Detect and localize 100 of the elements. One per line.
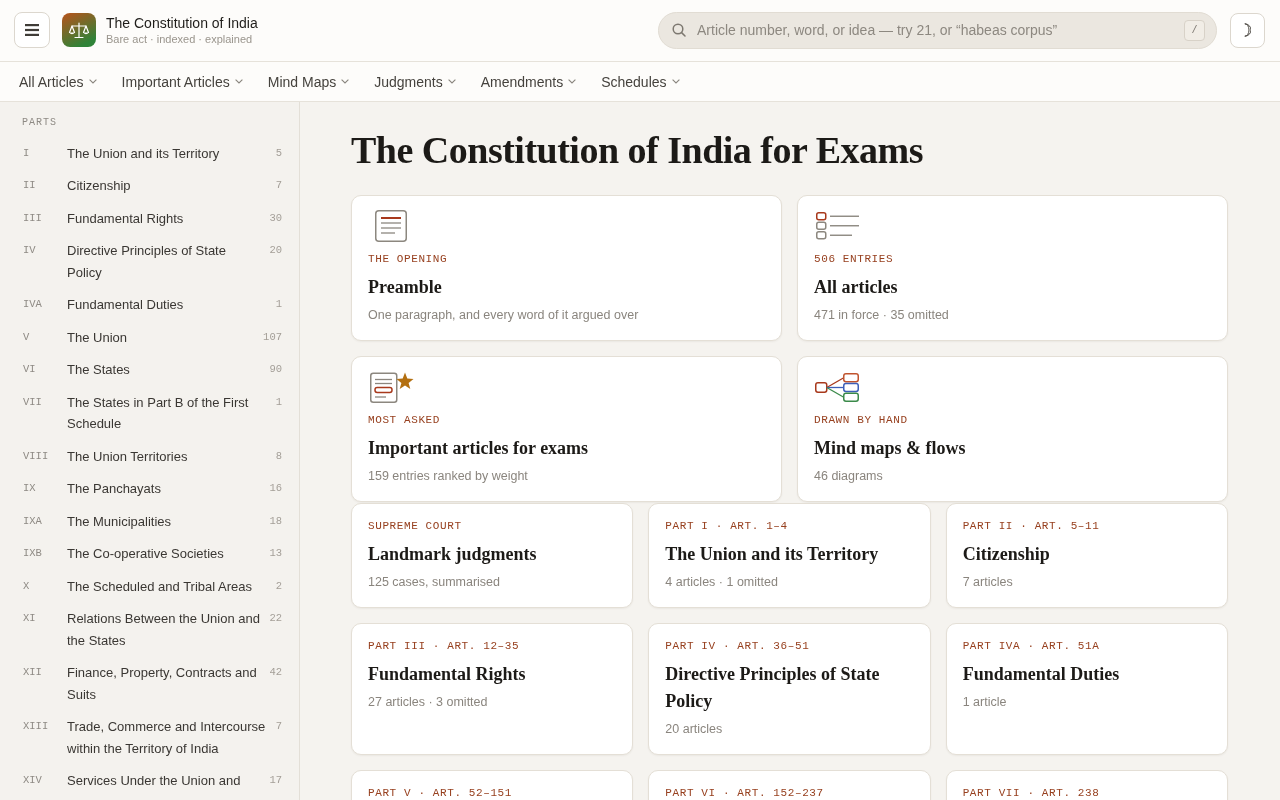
- part-link[interactable]: Citizenship: [67, 175, 131, 197]
- feature-card[interactable]: THE OPENING Preamble One paragraph, and every word of it argued over: [351, 195, 782, 341]
- card-eyebrow: PART VI · ART. 152–237: [665, 786, 824, 800]
- section-card[interactable]: PART III · ART. 12–35 Fundamental Rights 27 articles · 3 omitted: [351, 623, 634, 755]
- part-link[interactable]: Services Under the Union and: [67, 770, 241, 792]
- part-numeral: IXB: [22, 546, 42, 561]
- part-link[interactable]: The States in Part B of the First Schedule: [67, 391, 270, 435]
- nav-dropdown[interactable]: All Articles: [19, 72, 97, 91]
- article-count: 2: [275, 578, 282, 594]
- feature-card[interactable]: MOST ASKED Important articles for exams 159 entries ranked by weight: [351, 356, 782, 502]
- card-eyebrow: PART II · ART. 5–11: [962, 519, 1100, 533]
- article-count: 16: [269, 481, 282, 496]
- part-link[interactable]: Directive Principles of State Policy: [67, 240, 264, 283]
- part-link[interactable]: The Union: [67, 326, 127, 348]
- nav-dropdown[interactable]: Schedules: [601, 72, 680, 91]
- part-link[interactable]: The Union Territories: [67, 445, 188, 467]
- chevron-down-icon: [234, 79, 243, 84]
- part-numeral: IX: [22, 481, 36, 496]
- article-count: 20: [269, 243, 282, 258]
- article-count: 17: [269, 773, 282, 788]
- menu-icon: [25, 24, 39, 36]
- part-numeral: XI: [22, 611, 36, 626]
- card-subtitle: 46 diagrams: [814, 468, 883, 485]
- page-title: The Constitution of India for Exams: [351, 128, 924, 173]
- chevron-down-icon: [341, 79, 350, 84]
- flowchart-icon: [815, 372, 859, 402]
- card-eyebrow: PART I · ART. 1–4: [665, 519, 788, 533]
- part-numeral: IXA: [22, 513, 42, 529]
- chevron-down-icon: [568, 79, 577, 84]
- chevron-down-icon: [671, 79, 680, 84]
- article-count: 90: [269, 362, 282, 377]
- part-numeral: III: [22, 210, 42, 226]
- card-title: The Union and its Territory: [665, 543, 879, 566]
- part-link[interactable]: The Scheduled and Tribal Areas: [67, 575, 252, 597]
- part-link[interactable]: The Union and its Territory: [67, 142, 220, 164]
- menu-button[interactable]: [14, 12, 50, 48]
- part-link[interactable]: Fundamental Rights: [67, 207, 184, 229]
- part-numeral: XIV: [22, 773, 42, 788]
- card-title: Important articles for exams: [368, 437, 589, 460]
- article-count: 1: [275, 297, 282, 312]
- nav-dropdown[interactable]: Amendments: [480, 72, 577, 91]
- article-count: 13: [269, 546, 282, 561]
- site-tagline: Bare act · indexed · explained: [106, 31, 254, 46]
- article-count: 7: [275, 719, 282, 734]
- card-subtitle: 4 articles · 1 omitted: [665, 574, 778, 591]
- document-icon: [375, 210, 407, 242]
- article-count: 30: [269, 210, 282, 226]
- card-title: Fundamental Rights: [368, 663, 526, 686]
- card-eyebrow: PART IVA · ART. 51A: [962, 639, 1100, 653]
- moon-icon: [1244, 23, 1251, 37]
- card-eyebrow: PART VII · ART. 238: [962, 786, 1100, 800]
- article-count: 5: [275, 145, 282, 161]
- article-count: 18: [269, 513, 282, 529]
- part-numeral: I: [22, 145, 30, 161]
- card-eyebrow: THE OPENING: [368, 252, 448, 266]
- nav-dropdown[interactable]: Mind Maps: [267, 72, 350, 91]
- section-card[interactable]: PART II · ART. 5–11 Citizenship 7 articles: [945, 503, 1228, 608]
- part-numeral: XII: [22, 665, 42, 680]
- part-numeral: VI: [22, 362, 36, 377]
- section-card[interactable]: PART IV · ART. 36–51 Directive Principles of State Policy 20 articles: [648, 623, 931, 755]
- article-count: 107: [263, 329, 282, 345]
- section-card[interactable]: PART IVA · ART. 51A Fundamental Duties 1 article: [945, 623, 1228, 755]
- section-card[interactable]: SUPREME COURT Landmark judgments 125 cases, summarised: [351, 503, 634, 608]
- section-card[interactable]: PART VI · ART. 152–237: [648, 770, 931, 800]
- nav-dropdown[interactable]: Important Articles: [121, 72, 243, 91]
- chevron-down-icon: [447, 79, 456, 84]
- part-link[interactable]: The States: [67, 359, 130, 381]
- chevron-down-icon: [88, 79, 97, 84]
- section-card[interactable]: PART VII · ART. 238: [945, 770, 1228, 800]
- feature-card[interactable]: 506 ENTRIES All articles 471 in force · 35 omitted: [797, 195, 1228, 341]
- part-link[interactable]: Finance, Property, Contracts and Suits: [67, 662, 264, 705]
- card-title: All articles: [814, 276, 898, 299]
- part-numeral: IVA: [22, 297, 42, 312]
- part-link[interactable]: Relations Between the Union and the States: [67, 608, 264, 651]
- card-subtitle: 1 article: [962, 694, 1007, 711]
- part-numeral: IV: [22, 243, 36, 258]
- part-numeral: VIII: [22, 448, 49, 464]
- card-subtitle: 27 articles · 3 omitted: [368, 694, 488, 711]
- part-link[interactable]: Trade, Commerce and Intercourse within the Territory of India: [67, 716, 270, 759]
- part-numeral: V: [22, 329, 30, 345]
- feature-card[interactable]: DRAWN BY HAND Mind maps & flows 46 diagrams: [797, 356, 1228, 502]
- card-subtitle: 20 articles: [665, 721, 723, 738]
- card-subtitle: 7 articles: [962, 574, 1013, 591]
- part-link[interactable]: The Co-operative Societies: [67, 543, 224, 565]
- card-eyebrow: DRAWN BY HAND: [814, 413, 908, 427]
- card-subtitle: One paragraph, and every word of it argued over: [368, 307, 639, 324]
- part-link[interactable]: The Municipalities: [67, 510, 172, 532]
- shortcut-key: /: [1184, 19, 1205, 41]
- article-count: 1: [275, 394, 282, 410]
- part-link[interactable]: The Panchayats: [67, 478, 161, 500]
- part-link[interactable]: Fundamental Duties: [67, 294, 184, 316]
- section-card[interactable]: PART I · ART. 1–4 The Union and its Territory 4 articles · 1 omitted: [648, 503, 931, 608]
- theme-toggle-button[interactable]: [1230, 12, 1265, 48]
- site-title: The Constitution of India: [106, 14, 258, 32]
- card-eyebrow: PART IV · ART. 36–51: [665, 639, 810, 653]
- section-card[interactable]: PART V · ART. 52–151: [351, 770, 634, 800]
- card-title: Directive Principles of State Policy: [665, 663, 881, 713]
- nav-dropdown[interactable]: Judgments: [374, 72, 456, 91]
- part-numeral: VII: [22, 394, 42, 410]
- scales-logo: [62, 13, 96, 47]
